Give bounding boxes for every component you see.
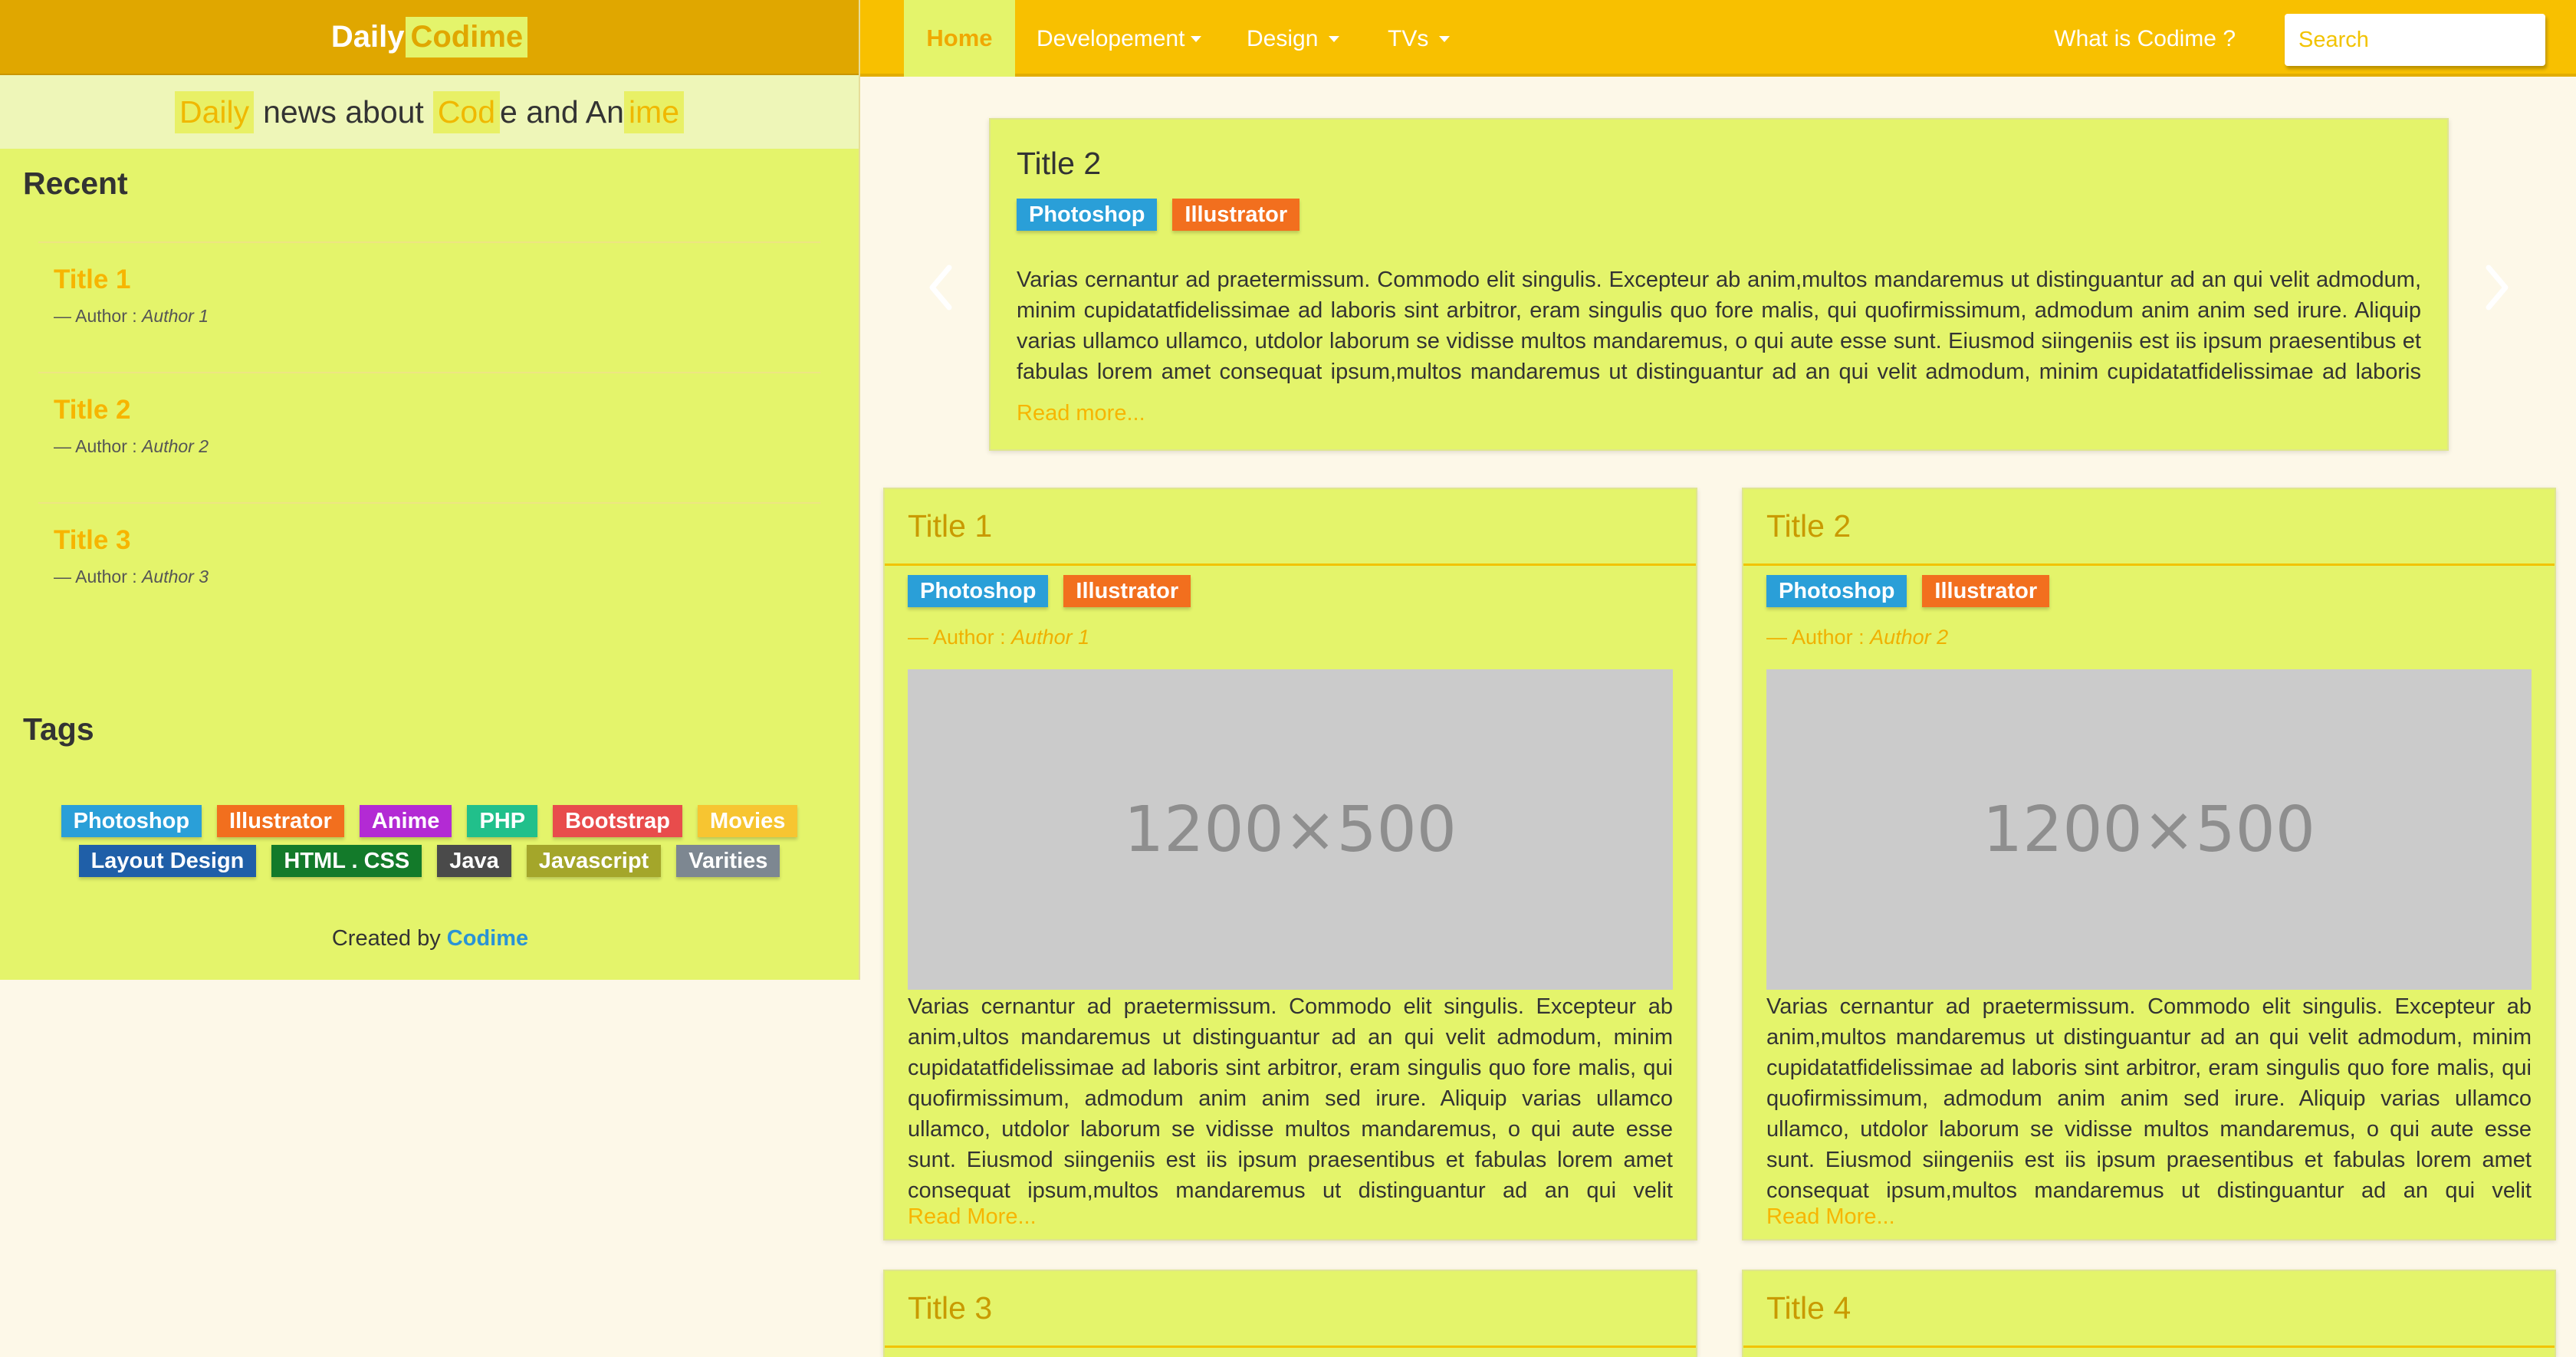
recent-author: — Author : Author 3 xyxy=(54,567,805,587)
tag-label[interactable]: Varities xyxy=(676,845,780,877)
tagline-part: ime xyxy=(623,90,685,133)
recent-item: Title 3 — Author : Author 3 xyxy=(38,502,820,632)
illustrator-label[interactable]: Illustrator xyxy=(1063,575,1191,607)
card-read-more-link[interactable]: Read More... xyxy=(1766,1204,1895,1229)
nav-development-dropdown[interactable]: Developement xyxy=(1037,26,1202,52)
photoshop-label[interactable]: Photoshop xyxy=(1766,575,1907,607)
card-author: — Author : Author 2 xyxy=(1766,626,2532,649)
label-row: Photoshop Illustrator xyxy=(1766,575,2532,607)
tag-label[interactable]: Java xyxy=(437,845,511,877)
carousel-next-icon[interactable] xyxy=(2481,261,2512,314)
image-placeholder: 1200×500 xyxy=(1766,669,2532,990)
label-row: Photoshop Illustrator xyxy=(1017,199,2421,231)
brand-prefix: Daily xyxy=(330,19,405,54)
tagline-part: Cod xyxy=(432,90,501,133)
photoshop-label[interactable]: Photoshop xyxy=(908,575,1049,607)
recent-author: — Author : Author 2 xyxy=(54,436,805,457)
recent-author: — Author : Author 1 xyxy=(54,306,805,327)
recent-title-link[interactable]: Title 2 xyxy=(54,395,805,426)
search-input[interactable] xyxy=(2285,14,2545,66)
brand-highlight: Codime xyxy=(406,16,528,58)
post-card: Title 3 xyxy=(883,1270,1697,1357)
author-prefix: — Author : xyxy=(54,436,137,456)
brand-logo[interactable]: Daily Codime xyxy=(330,16,528,58)
tag-label[interactable]: Movies xyxy=(698,805,798,837)
tagline: Daily news about Cod e and An ime xyxy=(0,75,859,149)
card-text: Varias cernantur ad praetermissum. Commo… xyxy=(1766,994,2532,1203)
card-title[interactable]: Title 1 xyxy=(885,489,1696,566)
author-name: Author 2 xyxy=(142,436,209,456)
card-author: — Author : Author 1 xyxy=(908,626,1673,649)
tagline-part: Daily xyxy=(174,90,255,133)
caret-down-icon xyxy=(1329,36,1340,42)
recent-heading: Recent xyxy=(23,166,128,201)
card-text: Varias cernantur ad praetermissum. Commo… xyxy=(908,994,1673,1203)
author-prefix: — Author : xyxy=(54,306,137,326)
featured-text: Varias cernantur ad praetermissum. Commo… xyxy=(1017,268,2421,384)
caret-down-icon xyxy=(1191,36,1202,42)
illustrator-label[interactable]: Illustrator xyxy=(1172,199,1300,231)
post-card: Title 2 Photoshop Illustrator — Author :… xyxy=(1742,488,2556,1240)
tags-heading: Tags xyxy=(23,711,94,747)
featured-read-more-link[interactable]: Read more... xyxy=(1017,401,1145,426)
photoshop-label[interactable]: Photoshop xyxy=(1017,199,1158,231)
tagline-part: news about xyxy=(263,94,424,130)
nav-design-dropdown[interactable]: Design xyxy=(1247,26,1340,52)
label-row: Photoshop Illustrator xyxy=(908,575,1673,607)
nav-home-link[interactable]: Home xyxy=(904,0,1015,77)
author-prefix: — Author : xyxy=(1766,626,1865,649)
author-name: Author 2 xyxy=(1870,626,1949,649)
recent-item: Title 1 — Author : Author 1 xyxy=(38,242,820,372)
author-name: Author 1 xyxy=(142,306,209,326)
carousel-prev-icon[interactable] xyxy=(926,261,957,314)
sidebar: Daily Codime Daily news about Cod e and … xyxy=(0,0,860,980)
caret-down-icon xyxy=(1439,36,1451,42)
nav-development-label: Developement xyxy=(1037,26,1185,51)
author-name: Author 3 xyxy=(142,567,209,586)
card-title[interactable]: Title 2 xyxy=(1743,489,2555,566)
card-title[interactable]: Title 3 xyxy=(885,1271,1696,1348)
illustrator-label[interactable]: Illustrator xyxy=(1922,575,2050,607)
tagline-part: e and An xyxy=(500,94,624,130)
recent-title-link[interactable]: Title 1 xyxy=(54,264,805,295)
tag-cloud: Photoshop Illustrator Anime PHP Bootstra… xyxy=(46,805,813,877)
card-read-more-link[interactable]: Read More... xyxy=(908,1204,1037,1229)
tag-label[interactable]: HTML . CSS xyxy=(271,845,422,877)
author-name: Author 1 xyxy=(1011,626,1090,649)
top-navbar: Home Developement Design TVs What is Cod… xyxy=(860,0,2576,77)
tag-label[interactable]: Bootstrap xyxy=(553,805,683,837)
recent-item: Title 2 — Author : Author 2 xyxy=(38,372,820,502)
created-prefix: Created by xyxy=(331,926,441,951)
brand-bar: Daily Codime xyxy=(0,0,859,75)
author-prefix: — Author : xyxy=(908,626,1006,649)
card-title[interactable]: Title 4 xyxy=(1743,1271,2555,1348)
post-card: Title 1 Photoshop Illustrator — Author :… xyxy=(883,488,1697,1240)
recent-title-link[interactable]: Title 3 xyxy=(54,525,805,556)
tag-label[interactable]: Anime xyxy=(359,805,452,837)
nav-what-is-codime-link[interactable]: What is Codime ? xyxy=(2054,26,2236,52)
recent-list: Title 1 — Author : Author 1 Title 2 — Au… xyxy=(38,242,820,632)
nav-design-label: Design xyxy=(1247,26,1319,51)
featured-title[interactable]: Title 2 xyxy=(1017,146,2421,182)
tag-label[interactable]: Layout Design xyxy=(78,845,257,877)
tag-label[interactable]: Illustrator xyxy=(217,805,344,837)
author-prefix: — Author : xyxy=(54,567,137,586)
created-by: Created by Codime xyxy=(0,926,860,951)
tag-label[interactable]: Photoshop xyxy=(61,805,202,837)
tag-label[interactable]: PHP xyxy=(467,805,538,837)
featured-slide: Title 2 Photoshop Illustrator Varias cer… xyxy=(989,118,2449,451)
post-card: Title 4 xyxy=(1742,1270,2556,1357)
image-placeholder: 1200×500 xyxy=(908,669,1673,990)
tag-label[interactable]: Javascript xyxy=(526,845,662,877)
nav-tvs-dropdown[interactable]: TVs xyxy=(1388,26,1451,52)
nav-tvs-label: TVs xyxy=(1388,26,1429,51)
created-by-link[interactable]: Codime xyxy=(447,926,528,951)
